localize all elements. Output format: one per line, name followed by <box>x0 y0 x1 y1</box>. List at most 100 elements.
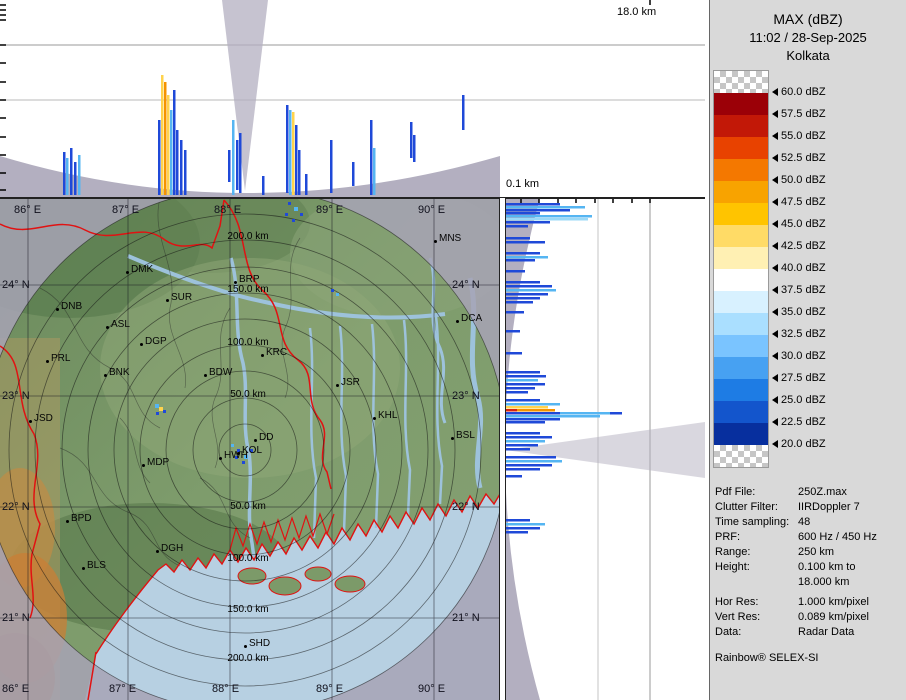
radar-echo-bar <box>505 297 540 300</box>
scale-label: 32.5 dBZ <box>772 326 826 342</box>
radar-echo-cell <box>292 219 295 222</box>
radar-echo-bar <box>167 95 170 195</box>
radar-echo-bar <box>74 162 77 195</box>
color-scale <box>713 70 769 468</box>
scale-band <box>714 357 768 379</box>
scale-band <box>714 335 768 357</box>
scale-tick-arrow <box>772 154 778 162</box>
radar-echo-bar <box>505 221 550 224</box>
info-row: Pdf File: 250Z.max <box>715 486 847 498</box>
scale-label: 60.0 dBZ <box>772 84 826 100</box>
radar-echo-bar <box>505 218 588 221</box>
scale-label: 40.0 dBZ <box>772 260 826 276</box>
scale-label: 55.0 dBZ <box>772 128 826 144</box>
scale-band <box>714 137 768 159</box>
radar-echo-bar <box>505 330 520 333</box>
scale-tick-arrow <box>772 286 778 294</box>
radar-echo-cell <box>250 449 253 452</box>
info-row: Range: 250 km <box>715 546 835 558</box>
radar-echo-cell <box>155 404 159 408</box>
scale-label: 45.0 dBZ <box>772 216 826 232</box>
scale-label: 47.5 dBZ <box>772 194 826 210</box>
radar-echo-bar <box>180 140 183 195</box>
radar-echo-cell <box>285 213 288 216</box>
radar-echo-bar <box>505 301 533 304</box>
radar-echo-cell <box>331 289 334 292</box>
radar-echo-bar <box>236 140 239 190</box>
radar-echo-cell <box>237 449 240 452</box>
legend-panel: MAX (dBZ) 11:02 / 28-Sep-2025 Kolkata Ra… <box>709 0 906 700</box>
info-row: Time sampling: 48 <box>715 516 811 528</box>
radar-echo-bar <box>413 135 416 162</box>
radar-echo-cell <box>159 407 163 411</box>
scale-label: 52.5 dBZ <box>772 150 826 166</box>
radar-echo-bar <box>505 209 570 212</box>
height-axis-max-label: 18.0 km <box>617 6 657 18</box>
radar-echo-bar <box>295 125 298 195</box>
radar-echo-bar <box>505 531 528 534</box>
radar-echo-bar <box>505 379 538 382</box>
radar-echo-cell <box>231 444 234 447</box>
radar-echo-bar <box>505 289 556 292</box>
radar-echo-bar <box>505 212 540 215</box>
scale-tick-arrow <box>772 132 778 140</box>
radar-echo-bar <box>505 256 548 259</box>
scale-tick-arrow <box>772 198 778 206</box>
radar-echo-bar <box>352 162 355 186</box>
radar-echo-bar <box>373 148 376 195</box>
radar-echo-bar <box>286 105 289 193</box>
radar-echo-bar <box>63 152 66 195</box>
scale-band <box>714 225 768 247</box>
info-row: Hor Res: 1.000 km/pixel <box>715 596 869 608</box>
radar-echo-cell <box>242 461 245 464</box>
radar-echo-bar <box>176 130 179 195</box>
height-axis-min-label: 0.1 km <box>506 178 540 190</box>
radar-echo-bar <box>505 444 538 447</box>
radar-echo-bar <box>505 527 540 530</box>
height-axis-ticks <box>0 0 651 191</box>
radar-echo-bar <box>505 399 540 402</box>
radar-echo-cell <box>156 412 159 415</box>
radar-echo-bar <box>70 148 73 195</box>
radar-echo-bar <box>505 523 545 526</box>
scale-tick-arrow <box>772 352 778 360</box>
radar-echo-bar <box>505 206 585 209</box>
side-echo-layer <box>505 203 622 534</box>
radar-echo-bar <box>505 391 528 394</box>
radar-display-screen: 18.0 km 0.1 km 86° E 87° E 88° E 89° E 9… <box>0 0 906 700</box>
radar-map-panel: 86° E 87° E 88° E 89° E 90° E 86° E 87° E 88° E… <box>0 198 500 700</box>
radar-echo-cell <box>244 455 248 459</box>
scale-label: 25.0 dBZ <box>772 392 826 408</box>
info-row: PRF: 600 Hz / 450 Hz <box>715 531 877 543</box>
scale-label: 35.0 dBZ <box>772 304 826 320</box>
scale-label: 20.0 dBZ <box>772 436 826 452</box>
scale-tick-arrow <box>772 242 778 250</box>
radar-echo-bar <box>289 110 292 195</box>
radar-echo-bar <box>164 82 167 195</box>
scale-label: 30.0 dBZ <box>772 348 826 364</box>
radar-echo-bar <box>262 176 265 195</box>
scale-band <box>714 401 768 423</box>
radar-echo-bar <box>462 95 465 130</box>
radar-echo-cell <box>288 202 291 205</box>
scale-tick-arrow <box>772 418 778 426</box>
info-row: Height: 0.100 km to <box>715 561 856 573</box>
top-projection-panel <box>0 0 705 198</box>
scale-label: 27.5 dBZ <box>772 370 826 386</box>
radar-echo-bar <box>158 120 161 195</box>
map-graphic <box>0 198 500 700</box>
scale-band <box>714 71 768 93</box>
radar-echo-bar <box>232 120 235 195</box>
software-brand: Rainbow® SELEX-SI <box>715 652 819 664</box>
scale-tick-arrow <box>772 440 778 448</box>
radar-echo-bar <box>505 432 540 435</box>
top-projection-plot <box>0 0 705 198</box>
radar-echo-bar <box>505 403 560 406</box>
info-row: Vert Res: 0.089 km/pixel <box>715 611 869 623</box>
radar-echo-bar <box>505 203 560 206</box>
radar-echo-bar <box>505 352 522 355</box>
scale-tick-arrow <box>772 88 778 96</box>
scale-band <box>714 445 768 467</box>
product-title: MAX (dBZ) <box>773 11 843 27</box>
radar-echo-bar <box>298 150 301 195</box>
